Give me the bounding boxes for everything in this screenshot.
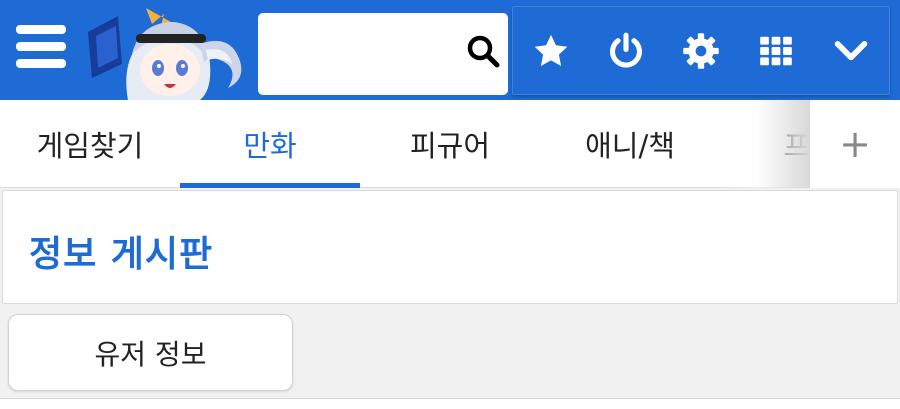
content-panel-edge [0, 398, 900, 409]
active-tab-indicator [180, 183, 360, 188]
tab-game-find[interactable]: 게임찾기 [0, 100, 180, 187]
menu-bar-top [16, 25, 66, 34]
board-header-panel: 정보 게시판 [2, 190, 898, 304]
tab-anime-books[interactable]: 애니/책 [540, 100, 720, 187]
power-icon[interactable] [606, 29, 646, 73]
category-tabs: 게임찾기 만화 피규어 애니/책 프라 [0, 100, 900, 188]
menu-bar-middle [16, 42, 66, 51]
menu-bar-bottom [16, 59, 66, 68]
grid-icon[interactable] [756, 29, 796, 73]
chevron-down-icon[interactable] [831, 29, 871, 73]
page-title: 정보 게시판 [29, 234, 214, 275]
tab-figures[interactable]: 피규어 [360, 100, 540, 187]
star-icon[interactable] [531, 29, 571, 73]
tab-comics[interactable]: 만화 [180, 100, 360, 187]
search-icon[interactable] [466, 34, 500, 68]
gear-icon[interactable] [681, 29, 721, 73]
top-header [0, 0, 900, 100]
add-tab-button[interactable]: + [810, 100, 900, 188]
user-info-button[interactable]: 유저 정보 [8, 314, 293, 391]
mascot-logo[interactable] [88, 4, 253, 100]
menu-icon[interactable] [14, 22, 70, 70]
toolbar [512, 6, 890, 95]
search-input[interactable] [268, 33, 458, 73]
